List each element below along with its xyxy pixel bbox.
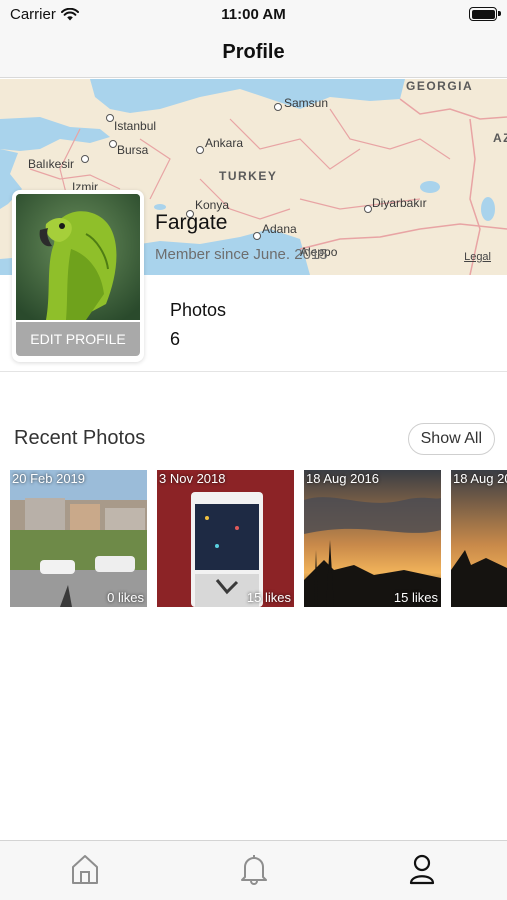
- member-since-text: Member since June. 2015: [155, 246, 328, 263]
- tab-notifications[interactable]: [234, 849, 274, 889]
- photo-likes: 15 likes: [393, 590, 438, 605]
- photo-date: 18 Aug 2016: [453, 471, 507, 486]
- photo-likes: 0 likes: [107, 590, 144, 605]
- map-city-dot: [253, 232, 261, 240]
- photos-count-value: 6: [170, 329, 181, 349]
- map-label-balikesir: Balıkesir: [28, 157, 75, 171]
- status-time: 11:00 AM: [221, 6, 286, 23]
- map-label-georgia: GEORGIA: [406, 79, 474, 93]
- map-label-turkey: TURKEY: [219, 169, 278, 183]
- photo-date: 18 Aug 2016: [306, 471, 380, 486]
- photo-image-sunset: [304, 470, 441, 607]
- map-label-adana: Adana: [262, 222, 297, 236]
- person-icon: [409, 854, 435, 885]
- photo-date: 20 Feb 2019: [12, 471, 86, 486]
- edit-profile-button[interactable]: EDIT PROFILE: [16, 322, 140, 356]
- navigation-bar: Profile: [0, 28, 507, 78]
- page-title: Profile: [222, 41, 285, 63]
- show-all-button[interactable]: Show All: [407, 423, 495, 455]
- avatar[interactable]: [16, 194, 140, 320]
- map-label-samsun: Samsun: [284, 96, 329, 110]
- photo-image-app-screenshot: [157, 470, 294, 607]
- recent-photos-title: Recent Photos: [14, 427, 146, 449]
- map-city-dot: [81, 155, 89, 163]
- photo-thumbnail[interactable]: 3 Nov 2018 15 likes: [157, 470, 294, 607]
- photo-thumbnail[interactable]: 20 Feb 2019 0 likes: [10, 470, 147, 607]
- photo-date: 3 Nov 2018: [159, 471, 226, 486]
- photo-likes: 15 likes: [246, 590, 291, 605]
- map-label-diyarbakir: Diyarbakır: [372, 196, 427, 210]
- photo-image-sunset: [451, 470, 507, 607]
- home-icon: [72, 855, 98, 884]
- photo-thumbnail[interactable]: 18 Aug 2016: [451, 470, 507, 607]
- map-city-dot: [274, 103, 282, 111]
- avatar-card: EDIT PROFILE: [12, 190, 144, 362]
- section-divider: [0, 371, 507, 372]
- map-city-dot: [364, 205, 372, 213]
- map-label-istanbul: Istanbul: [114, 119, 157, 133]
- status-bar: Carrier 11:00 AM: [0, 0, 507, 28]
- photo-image-street: [10, 470, 147, 607]
- tab-bar: [0, 840, 507, 900]
- parrot-avatar-image: [16, 194, 140, 320]
- map-city-dot: [196, 146, 204, 154]
- map-label-konya: Konya: [195, 198, 230, 212]
- map-city-dot: [106, 114, 114, 122]
- photos-count-label: Photos: [170, 300, 227, 320]
- map-city-dot: [109, 140, 117, 148]
- photo-thumbnail[interactable]: 18 Aug 2016 15 likes: [304, 470, 441, 607]
- profile-username: Fargate: [155, 211, 228, 234]
- map-label-az: AZ: [493, 131, 507, 145]
- map-label-ankara: Ankara: [205, 136, 244, 150]
- map-legal-link[interactable]: Legal: [464, 251, 491, 263]
- tab-profile[interactable]: [402, 849, 442, 889]
- battery-full-icon: [469, 7, 501, 21]
- tab-home[interactable]: [65, 849, 105, 889]
- bell-icon: [241, 855, 267, 885]
- map-label-bursa: Bursa: [117, 143, 149, 157]
